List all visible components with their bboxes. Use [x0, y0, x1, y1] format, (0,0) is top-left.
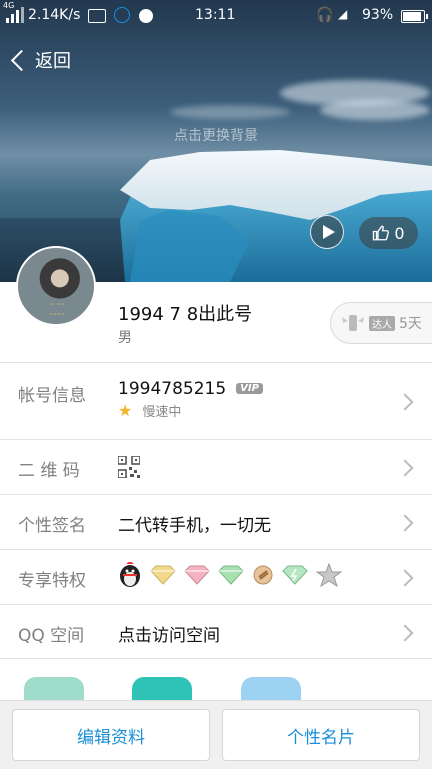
- qzone-label: QQ 空间: [18, 626, 85, 646]
- avatar[interactable]: ·· ··· ······: [16, 246, 96, 326]
- headset-icon: 🎧: [316, 7, 334, 23]
- sim-signal-icon: ◢: [338, 7, 348, 21]
- back-button[interactable]: 返回: [8, 46, 71, 74]
- signature-text: 二代转手机，一切无: [118, 516, 271, 536]
- yellow-diamond-icon: [150, 565, 176, 585]
- status-bar: 4G 2.14K/s 13:11 🎧 ◢ 93%: [0, 0, 432, 32]
- bottom-action-bar: 编辑资料 个性名片: [0, 700, 432, 769]
- nickname: 1994 7 8出此号: [118, 304, 253, 325]
- back-chevron-icon: [10, 49, 33, 71]
- signature-row[interactable]: 个性签名 二代转手机，一切无: [0, 494, 432, 549]
- lightning-diamond-icon: [282, 565, 308, 585]
- account-status-text: 慢速中: [142, 405, 182, 420]
- likes-count: 0: [394, 223, 405, 243]
- account-number: 1994785215 VIP: [118, 379, 263, 399]
- edit-profile-button[interactable]: 编辑资料: [12, 709, 210, 761]
- chevron-right-icon: [396, 514, 414, 532]
- like-button[interactable]: 0: [359, 217, 418, 249]
- green-diamond-icon: [218, 565, 244, 585]
- vip-badge: VIP: [236, 383, 263, 394]
- chevron-right-icon: [396, 624, 414, 642]
- battery-icon: [401, 10, 428, 23]
- qrcode-icon: [118, 456, 140, 478]
- iceberg-image: [120, 150, 432, 282]
- qrcode-row[interactable]: 二 维 码: [0, 439, 432, 494]
- daren-tag: 达人: [369, 315, 395, 331]
- phone-wings-icon: [342, 315, 364, 331]
- account-label: 帐号信息: [18, 386, 86, 406]
- notification-icons: [88, 7, 153, 25]
- music-badge-icon: [253, 565, 273, 585]
- gender: 男: [118, 330, 132, 346]
- change-background-hint[interactable]: 点击更换背景: [0, 125, 432, 145]
- qq-notification-icon: [114, 7, 131, 23]
- cloud: [170, 105, 290, 119]
- chevron-right-icon: [396, 459, 414, 477]
- image-notification-icon: [88, 9, 106, 23]
- chevron-right-icon: [396, 393, 414, 411]
- qzone-link: 点击访问空间: [118, 626, 220, 646]
- clock: 13:11: [195, 7, 236, 23]
- play-button[interactable]: [310, 215, 344, 249]
- privilege-icons: [118, 562, 342, 588]
- chevron-right-icon: [396, 569, 414, 587]
- qzone-row[interactable]: QQ 空间 点击访问空间: [0, 604, 432, 658]
- avatar-image-caption: ·· ··· ······: [49, 300, 65, 319]
- battery-percent: 93%: [362, 7, 394, 23]
- thumbs-up-icon: [373, 225, 390, 241]
- qrcode-label: 二 维 码: [18, 461, 80, 481]
- signature-label: 个性签名: [18, 516, 86, 536]
- cloud: [320, 100, 430, 120]
- qq-number: 1994785215: [118, 379, 227, 399]
- penguin-icon: [120, 562, 140, 587]
- daren-days: 5天: [399, 316, 422, 332]
- daren-badge[interactable]: 达人 5天: [330, 302, 432, 344]
- network-speed: 2.14K/s: [28, 7, 81, 23]
- privileges-row[interactable]: 专享特权: [0, 549, 432, 604]
- star-icon: ★: [118, 401, 133, 420]
- personal-card-button[interactable]: 个性名片: [222, 709, 420, 761]
- app-notification-icon: [138, 9, 153, 23]
- network-type: 4G: [3, 1, 15, 10]
- account-status: ★ 慢速中: [118, 401, 181, 420]
- account-info-row[interactable]: 帐号信息 1994785215 VIP ★ 慢速中: [0, 362, 432, 439]
- privileges-label: 专享特权: [18, 571, 86, 591]
- back-label: 返回: [35, 51, 71, 72]
- red-diamond-icon: [184, 565, 210, 585]
- star-badge-icon: [316, 563, 342, 587]
